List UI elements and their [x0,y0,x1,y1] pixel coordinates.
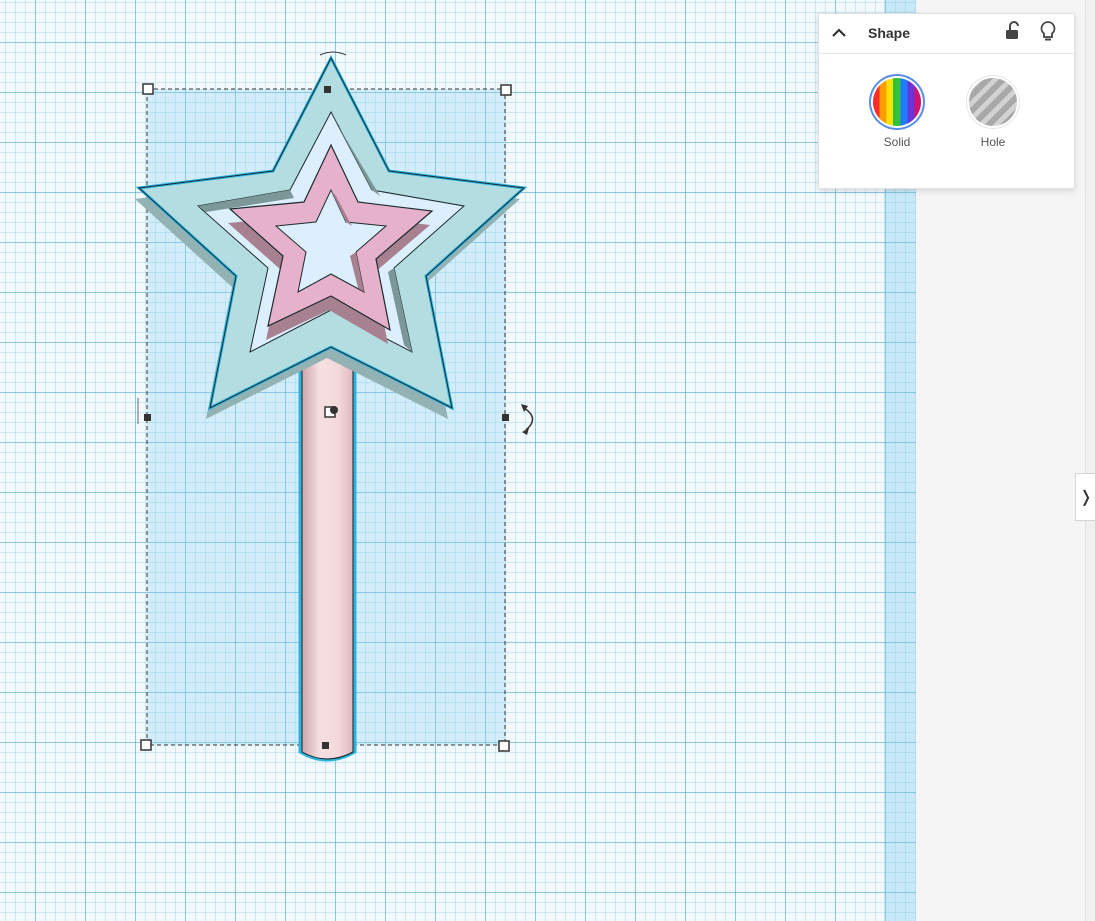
edge-handle-bottom[interactable] [322,742,329,749]
lightbulb-icon[interactable] [1038,20,1058,44]
corner-handle-top-left[interactable] [142,83,154,95]
shape-panel-header: Shape [819,14,1074,54]
chevron-up-icon[interactable] [829,23,849,43]
corner-handle-top-right[interactable] [500,84,512,96]
unlock-icon[interactable] [1004,20,1024,42]
solid-label: Solid [883,135,911,149]
rotate-arrow-icon[interactable] [521,404,534,435]
hole-label: Hole [980,135,1006,149]
chevron-right-icon[interactable]: ❭ [1075,473,1095,521]
edge-handle-left[interactable] [144,414,151,421]
solid-mode-button[interactable]: Solid [867,78,927,149]
edge-handle-right[interactable] [502,414,509,421]
rainbow-stripes-icon [873,78,921,126]
scrollbar[interactable] [1085,0,1095,921]
corner-handle-bottom-left[interactable] [140,739,152,751]
corner-handle-bottom-right[interactable] [498,740,510,752]
design-canvas[interactable] [0,0,916,921]
edge-handle-top[interactable] [324,86,331,93]
hole-mode-button[interactable]: Hole [963,78,1023,149]
shape-panel: Shape Solid Hole [818,13,1075,189]
gray-stripes-icon [969,78,1017,126]
panel-title: Shape [868,25,911,41]
rotate-arrow-icon[interactable] [319,51,347,56]
